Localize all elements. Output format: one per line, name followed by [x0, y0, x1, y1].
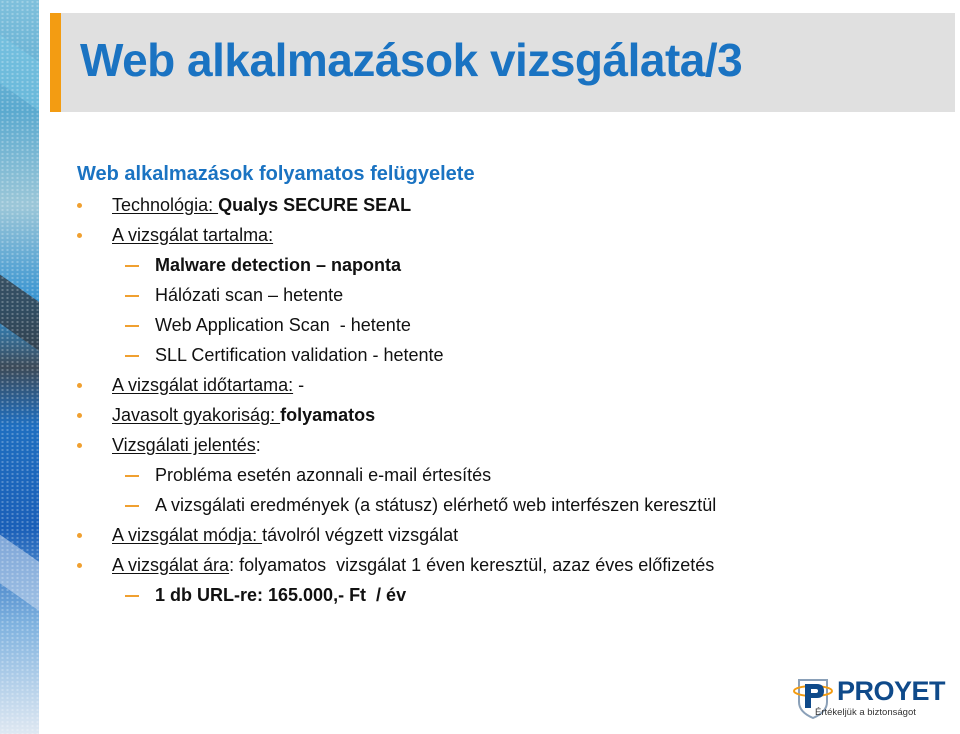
section-heading: Web alkalmazások folyamatos felügyelete: [77, 163, 475, 185]
dash-icon: [125, 355, 139, 357]
item-label: A vizsgálat időtartama:: [112, 375, 294, 395]
bullet-icon: [77, 383, 82, 388]
item-value: távolról végzett vizsgálat: [262, 525, 459, 545]
list-item: A vizsgálat időtartama: -: [77, 370, 947, 400]
logo-name: PROYET: [837, 676, 946, 706]
sub-list-item: Probléma esetén azonnali e-mail értesíté…: [77, 460, 947, 490]
slide-title: Web alkalmazások vizsgálata/3: [80, 34, 743, 86]
bullet-icon: [77, 233, 82, 238]
item-text: Malware detection – naponta: [155, 255, 402, 275]
bullet-icon: [77, 533, 82, 538]
item-value: -: [293, 375, 305, 395]
list-item: Javasolt gyakoriság: folyamatos: [77, 400, 947, 430]
company-logo: PROYET Értékeljük a biztonságot: [793, 674, 953, 724]
sub-list-item: Malware detection – naponta: [77, 250, 947, 280]
item-text: SLL Certification validation - hetente: [155, 345, 444, 365]
list-item: A vizsgálat tartalma:: [77, 220, 947, 250]
item-value: folyamatos: [280, 405, 376, 425]
title-accent-bar: [50, 13, 61, 112]
list-item: A vizsgálat ára: folyamatos vizsgálat 1 …: [77, 550, 947, 580]
item-text: Hálózati scan – hetente: [155, 285, 344, 305]
list-item: A vizsgálat módja: távolról végzett vizs…: [77, 520, 947, 550]
item-label: A vizsgálat ára: [112, 555, 230, 575]
title-bar: Web alkalmazások vizsgálata/3: [50, 13, 955, 112]
dash-icon: [125, 595, 139, 597]
sub-list-item: 1 db URL-re: 165.000,- Ft / év: [77, 580, 947, 610]
logo-tagline: Értékeljük a biztonságot: [815, 707, 916, 718]
item-text: Web Application Scan - hetente: [155, 315, 411, 335]
sub-list-item: A vizsgálati eredmények (a státusz) elér…: [77, 490, 947, 520]
item-value: : folyamatos vizsgálat 1 éven keresztül,…: [229, 555, 715, 575]
item-value: Qualys SECURE SEAL: [218, 195, 412, 215]
dash-icon: [125, 265, 139, 267]
item-text: 1 db URL-re: 165.000,- Ft / év: [155, 585, 407, 605]
bullet-icon: [77, 413, 82, 418]
item-label: Technológia:: [112, 195, 219, 215]
item-text: A vizsgálati eredmények (a státusz) elér…: [155, 495, 717, 515]
item-label: Vizsgálati jelentés: [112, 435, 256, 455]
item-label: A vizsgálat módja:: [112, 525, 263, 545]
sub-list-item: Web Application Scan - hetente: [77, 310, 947, 340]
dash-icon: [125, 475, 139, 477]
dash-icon: [125, 505, 139, 507]
dash-icon: [125, 295, 139, 297]
item-value: :: [255, 435, 261, 455]
slide-content: Web alkalmazások folyamatos felügyelete …: [77, 160, 947, 610]
sub-list-item: SLL Certification validation - hetente: [77, 340, 947, 370]
item-text: Probléma esetén azonnali e-mail értesíté…: [155, 465, 492, 485]
decorative-side-banner: [0, 0, 39, 734]
list-item: Vizsgálati jelentés:: [77, 430, 947, 460]
bullet-icon: [77, 203, 82, 208]
item-label: Javasolt gyakoriság:: [112, 405, 281, 425]
list-item: Technológia: Qualys SECURE SEAL: [77, 190, 947, 220]
sub-list-item: Hálózati scan – hetente: [77, 280, 947, 310]
bullet-icon: [77, 443, 82, 448]
dash-icon: [125, 325, 139, 327]
bullet-icon: [77, 563, 82, 568]
item-label: A vizsgálat tartalma:: [112, 225, 274, 245]
